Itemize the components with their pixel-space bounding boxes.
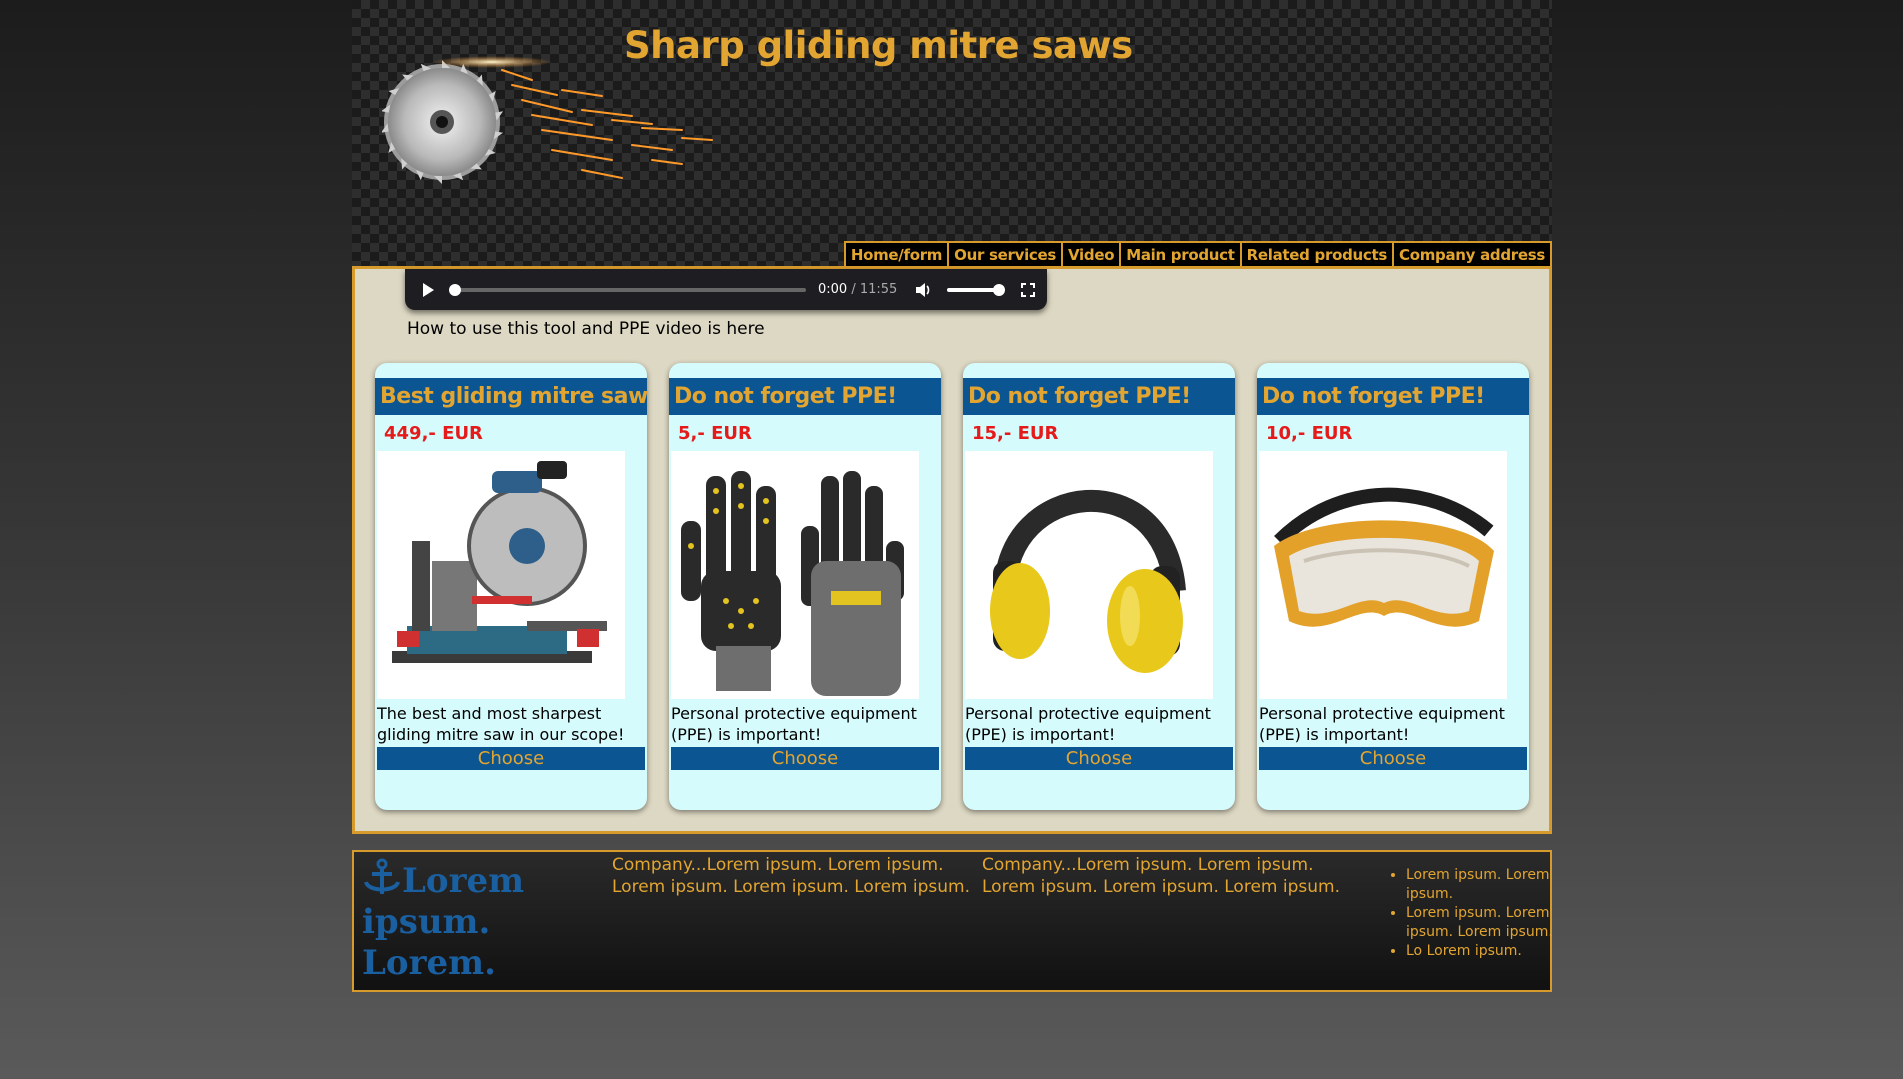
footer-company-col-2: Company...Lorem ipsum. Lorem ipsum. Lore… — [982, 855, 1340, 897]
product-price: 10,- EUR — [1266, 423, 1353, 444]
choose-button[interactable]: Choose — [377, 747, 645, 770]
product-card: Do not forget PPE! 10,- EUR Personal pro… — [1257, 363, 1529, 810]
volume-slider[interactable] — [947, 283, 1006, 296]
main-content: 0:00 / 11:55 How to use this tool and PP… — [352, 266, 1552, 834]
gloves-image — [671, 451, 919, 699]
product-title: Best gliding mitre saw — [375, 378, 647, 415]
footer-list-item: Lorem ipsum. Lorem ipsum. — [1406, 866, 1566, 904]
video-progress-bar[interactable] — [449, 283, 806, 296]
video-time: 0:00 / 11:55 — [818, 282, 897, 297]
video-player[interactable]: 0:00 / 11:55 — [405, 269, 1047, 310]
volume-handle[interactable] — [993, 283, 1006, 296]
progress-handle[interactable] — [449, 283, 461, 296]
product-card: Best gliding mitre saw 449,- EUR The bes… — [375, 363, 647, 810]
footer-company-col-1: Company...Lorem ipsum. Lorem ipsum. Lore… — [612, 855, 970, 897]
page: Sharp gliding mitre saws Home/form Our s… — [352, 0, 1553, 992]
earmuffs-image — [965, 451, 1213, 699]
goggles-image — [1259, 451, 1507, 699]
product-description: Personal protective equipment (PPE) is i… — [965, 704, 1211, 744]
choose-button[interactable]: Choose — [965, 747, 1233, 770]
duration: 11:55 — [859, 282, 898, 297]
current-time: 0:00 — [818, 282, 848, 297]
product-description: Personal protective equipment (PPE) is i… — [1259, 704, 1505, 744]
footer-list-item: Lorem ipsum. Lorem ipsum. Lorem ipsum. — [1406, 904, 1566, 942]
site-title: Sharp gliding mitre saws — [624, 24, 1133, 67]
nav-video[interactable]: Video — [1061, 241, 1122, 266]
product-description: Personal protective equipment (PPE) is i… — [671, 704, 917, 744]
footer-list-item: Lo Lorem ipsum. — [1406, 942, 1566, 961]
footer: Lorem ipsum. Lorem. Company...Lorem ipsu… — [352, 850, 1553, 992]
choose-button[interactable]: Choose — [1259, 747, 1527, 770]
main-nav: Home/form Our services Video Main produc… — [843, 241, 1552, 266]
product-price: 5,- EUR — [678, 423, 752, 444]
time-separator: / — [847, 282, 860, 297]
product-card: Do not forget PPE! 5,- EUR Personal prot… — [669, 363, 941, 810]
product-price: 449,- EUR — [384, 423, 483, 444]
product-price: 15,- EUR — [972, 423, 1059, 444]
product-title: Do not forget PPE! — [963, 378, 1235, 415]
product-cards: Best gliding mitre saw 449,- EUR The bes… — [375, 363, 1529, 810]
nav-our-services[interactable]: Our services — [947, 241, 1064, 266]
product-description: The best and most sharpest gliding mitre… — [377, 704, 625, 744]
nav-company-address[interactable]: Company address — [1391, 241, 1552, 266]
product-card: Do not forget PPE! 15,- EUR Personal pro… — [963, 363, 1235, 810]
anchor-icon — [364, 858, 400, 894]
choose-button[interactable]: Choose — [671, 747, 939, 770]
footer-list: Lorem ipsum. Lorem ipsum. Lorem ipsum. L… — [1384, 866, 1566, 961]
nav-home-form[interactable]: Home/form — [843, 241, 950, 266]
video-caption: How to use this tool and PPE video is he… — [407, 319, 765, 339]
fullscreen-icon[interactable] — [1021, 282, 1036, 297]
nav-related-products[interactable]: Related products — [1239, 241, 1394, 266]
play-icon[interactable] — [423, 282, 434, 297]
mitre-saw-image — [377, 451, 625, 699]
product-title: Do not forget PPE! — [1257, 378, 1529, 415]
footer-logo: Lorem ipsum. Lorem. — [362, 858, 562, 984]
product-title: Do not forget PPE! — [669, 378, 941, 415]
nav-main-product[interactable]: Main product — [1119, 241, 1242, 266]
volume-icon[interactable] — [915, 282, 933, 298]
header: Sharp gliding mitre saws Home/form Our s… — [352, 0, 1552, 266]
